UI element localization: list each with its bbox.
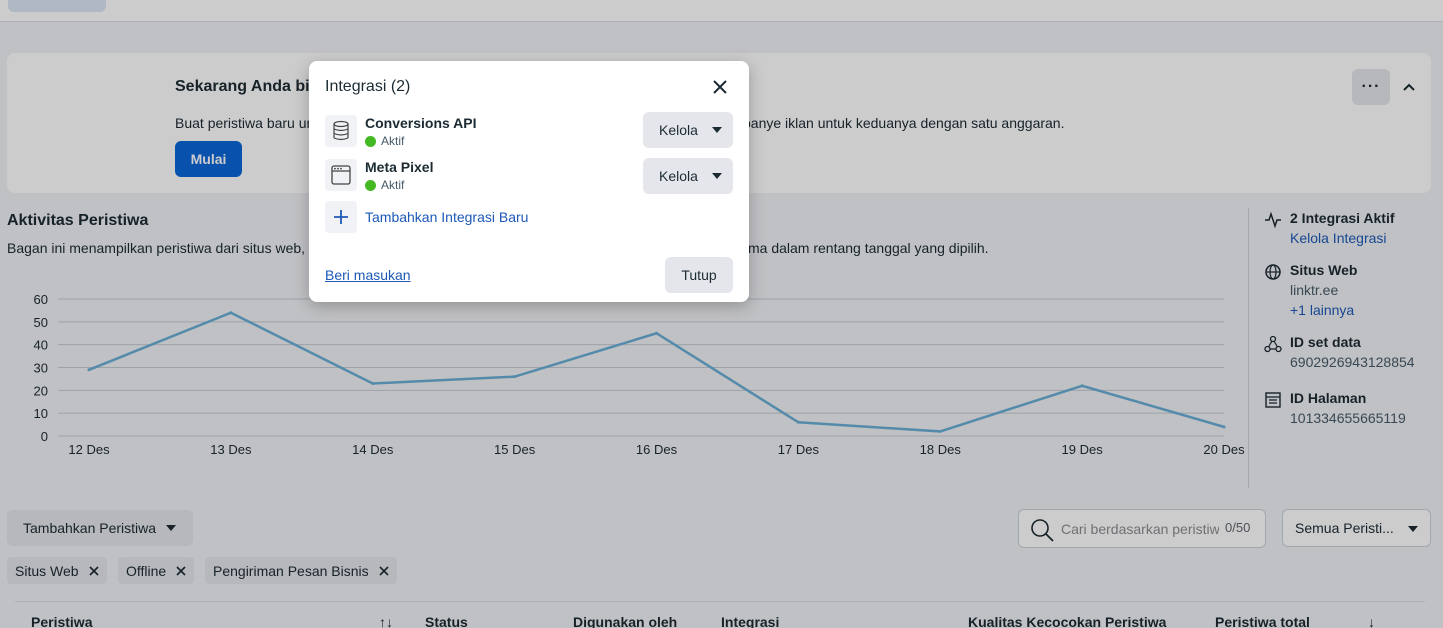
- caret-down-icon: [711, 127, 722, 133]
- status-active-dot: [365, 179, 376, 191]
- close-icon[interactable]: [711, 78, 729, 96]
- integration-name-meta-pixel: Meta Pixel: [365, 159, 434, 175]
- plus-icon: [325, 201, 357, 233]
- status-active-dot: [365, 135, 376, 147]
- caret-down-icon: [711, 173, 722, 179]
- add-integration-link[interactable]: Tambahkan Integrasi Baru: [365, 209, 528, 225]
- database-icon: [325, 115, 357, 147]
- close-button[interactable]: Tutup: [665, 257, 733, 293]
- manage-label: Kelola: [659, 168, 698, 184]
- integrations-dialog: Integrasi (2) Conversions API Aktif Kelo…: [309, 61, 749, 302]
- dialog-title: Integrasi (2): [325, 78, 411, 95]
- integration-name-conversions-api: Conversions API: [365, 115, 477, 131]
- integration-status: Aktif: [365, 178, 404, 192]
- status-label: Aktif: [381, 178, 405, 192]
- integration-status: Aktif: [365, 134, 404, 148]
- manage-conversions-api-button[interactable]: Kelola: [643, 112, 733, 148]
- browser-window-icon: [325, 159, 357, 191]
- add-integration-button[interactable]: [325, 201, 357, 233]
- status-label: Aktif: [381, 134, 405, 148]
- manage-label: Kelola: [659, 122, 698, 138]
- give-feedback-link[interactable]: Beri masukan: [325, 267, 411, 283]
- manage-meta-pixel-button[interactable]: Kelola: [643, 158, 733, 194]
